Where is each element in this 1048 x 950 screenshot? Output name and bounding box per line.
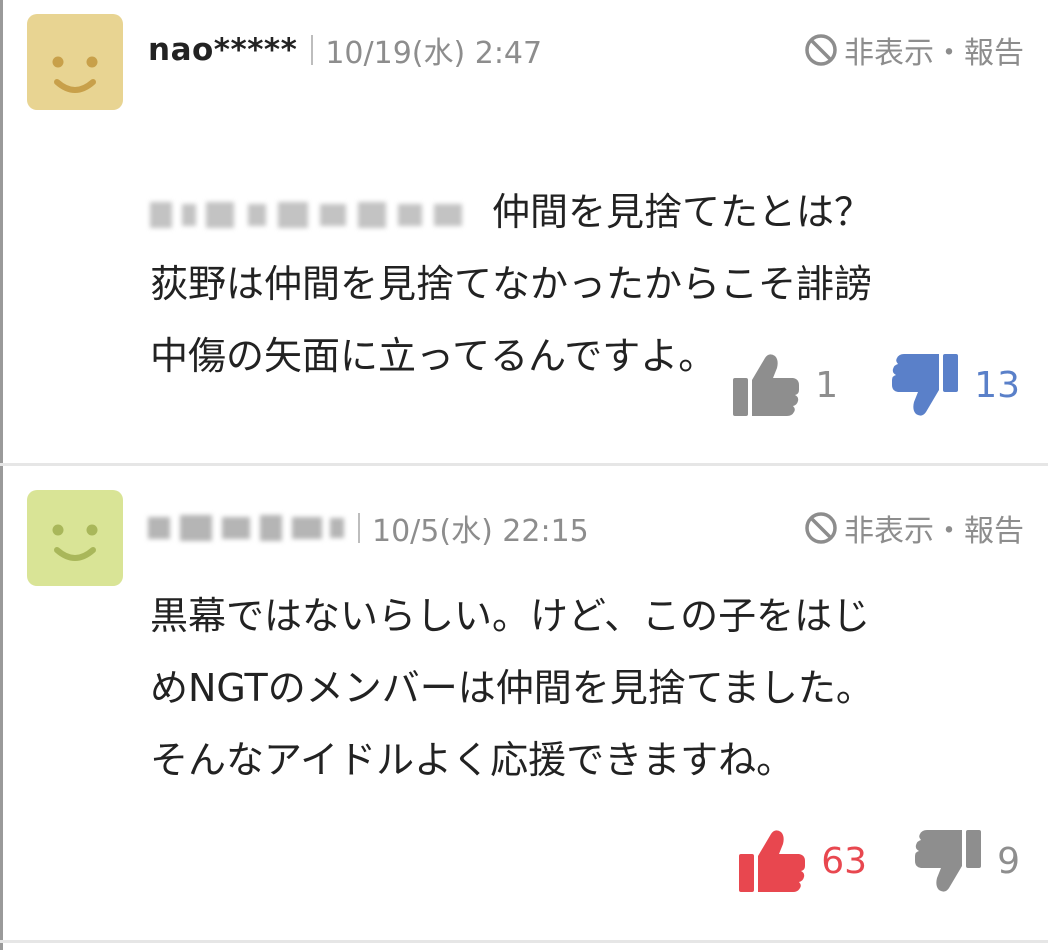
hide-report-label: 非表示・報告 [844, 514, 1024, 549]
like-count: 1 [815, 364, 839, 406]
vote-bar: 63 9 [737, 826, 1020, 896]
dislike-count: 9 [997, 840, 1020, 882]
dislike-button[interactable]: 13 [890, 352, 1020, 418]
hide-report-button[interactable]: 非表示・報告 [804, 28, 1024, 72]
comment-body: 黒幕ではないらしい。けど、この子をはじ めNGTのメンバーは仲間を見捨てました。… [150, 594, 874, 782]
comment-item: nao***** 10/19(水) 2:47 非表示・報告 仲間を見捨てたとは？… [0, 0, 1048, 464]
like-button[interactable]: 1 [731, 352, 838, 418]
blurred-mention [150, 201, 462, 228]
dislike-count: 13 [974, 364, 1020, 406]
block-icon [805, 34, 837, 66]
hide-report-button[interactable]: 非表示・報告 [804, 506, 1024, 550]
separator [358, 513, 360, 543]
post-date: 10/5(水) 22:15 [372, 514, 589, 549]
like-count: 63 [821, 840, 868, 882]
comment-header: nao***** 10/19(水) 2:47 [148, 28, 542, 72]
smiley-avatar-icon[interactable] [27, 490, 123, 586]
thumbs-down-icon [915, 830, 982, 892]
comment-header: 10/5(水) 22:15 [148, 506, 589, 550]
hide-report-label: 非表示・報告 [844, 36, 1024, 71]
dislike-button[interactable]: 9 [913, 828, 1020, 894]
thumbs-up-icon [733, 354, 800, 416]
comment-text-line1: 仲間を見捨てたとは？ [492, 190, 873, 234]
block-icon [805, 512, 837, 544]
vote-bar: 1 13 [731, 350, 1020, 420]
like-button[interactable]: 63 [737, 828, 867, 894]
separator [311, 35, 314, 65]
comment-item: 10/5(水) 22:15 非表示・報告 黒幕ではないらしい。けど、この子をはじ… [0, 466, 1048, 942]
username-blurred[interactable] [148, 515, 344, 541]
smiley-avatar-icon[interactable] [27, 14, 123, 110]
thumbs-down-icon [892, 354, 959, 416]
thumbs-up-icon [739, 830, 806, 892]
username[interactable]: nao***** [148, 32, 297, 68]
post-date: 10/19(水) 2:47 [325, 36, 543, 71]
divider [0, 940, 1048, 943]
